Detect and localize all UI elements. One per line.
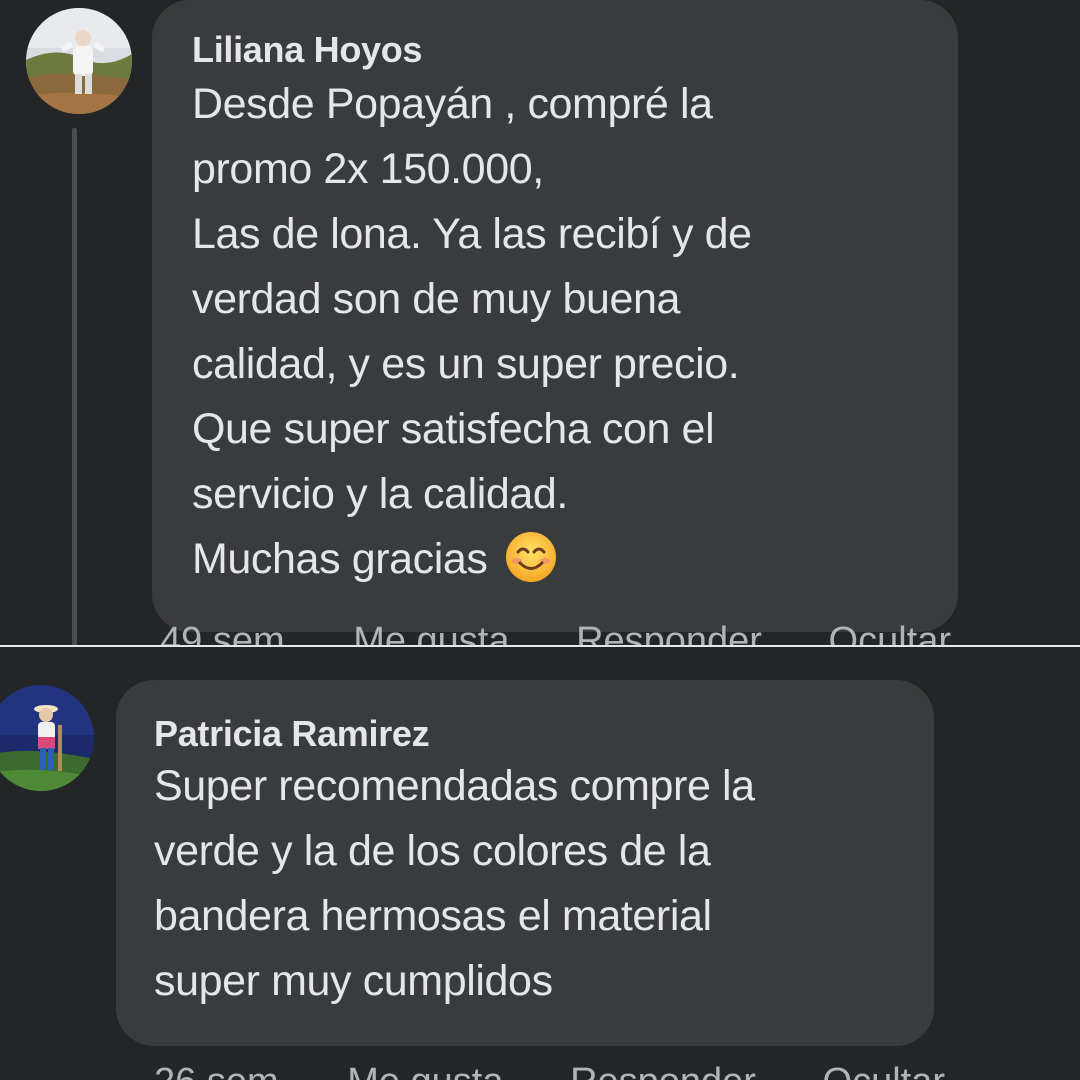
- comment-author[interactable]: Liliana Hoyos: [192, 30, 958, 70]
- comment-line: verde y la de los colores de la: [154, 827, 711, 875]
- comment-line: calidad, y es un super precio.: [192, 340, 740, 388]
- comment-liliana: Liliana Hoyos Desde Popayán , compré la …: [0, 0, 1080, 645]
- reply-link[interactable]: Responder: [576, 618, 762, 645]
- comment-line: bandera hermosas el material: [154, 892, 712, 940]
- hide-link[interactable]: Ocultar: [829, 618, 951, 645]
- like-link[interactable]: Me gusta: [353, 618, 509, 645]
- comment-author[interactable]: Patricia Ramirez: [154, 714, 934, 754]
- comment-actions: 49 sem Me gusta Responder Ocultar: [160, 618, 951, 645]
- comment-timestamp[interactable]: 49 sem: [160, 618, 285, 645]
- reply-thread-line: [72, 128, 77, 645]
- comment-line: Super recomendadas compre la: [154, 762, 755, 810]
- like-link[interactable]: Me gusta: [347, 1059, 503, 1080]
- comment-line: Muchas gracias: [192, 535, 488, 583]
- comment-text: Super recomendadas compre la verde y la …: [154, 754, 934, 1014]
- reply-link[interactable]: Responder: [570, 1059, 756, 1080]
- comment-line: Que super satisfecha con el: [192, 405, 715, 453]
- smiling-face-emoji-icon: [505, 531, 557, 602]
- comment-line: servicio y la calidad.: [192, 470, 568, 518]
- avatar-patricia[interactable]: [0, 685, 94, 791]
- comment-line: verdad son de muy buena: [192, 275, 681, 323]
- comment-bubble: Patricia Ramirez Super recomendadas comp…: [116, 680, 934, 1046]
- comment-line: super muy cumplidos: [154, 957, 553, 1005]
- comment-patricia: Patricia Ramirez Super recomendadas comp…: [0, 647, 1080, 1080]
- comment-last-line: Muchas gracias: [192, 527, 958, 602]
- comment-line: Las de lona. Ya las recibí y de: [192, 210, 752, 258]
- comment-line: promo 2x 150.000,: [192, 145, 544, 193]
- avatar-liliana[interactable]: [26, 8, 132, 114]
- comment-timestamp[interactable]: 26 sem: [154, 1059, 279, 1080]
- comment-line: Desde Popayán , compré la: [192, 80, 713, 128]
- comment-actions: 26 sem Me gusta Responder Ocultar: [154, 1059, 945, 1080]
- comment-text: Desde Popayán , compré la promo 2x 150.0…: [192, 72, 958, 602]
- hide-link[interactable]: Ocultar: [823, 1059, 945, 1080]
- comment-bubble: Liliana Hoyos Desde Popayán , compré la …: [152, 0, 958, 632]
